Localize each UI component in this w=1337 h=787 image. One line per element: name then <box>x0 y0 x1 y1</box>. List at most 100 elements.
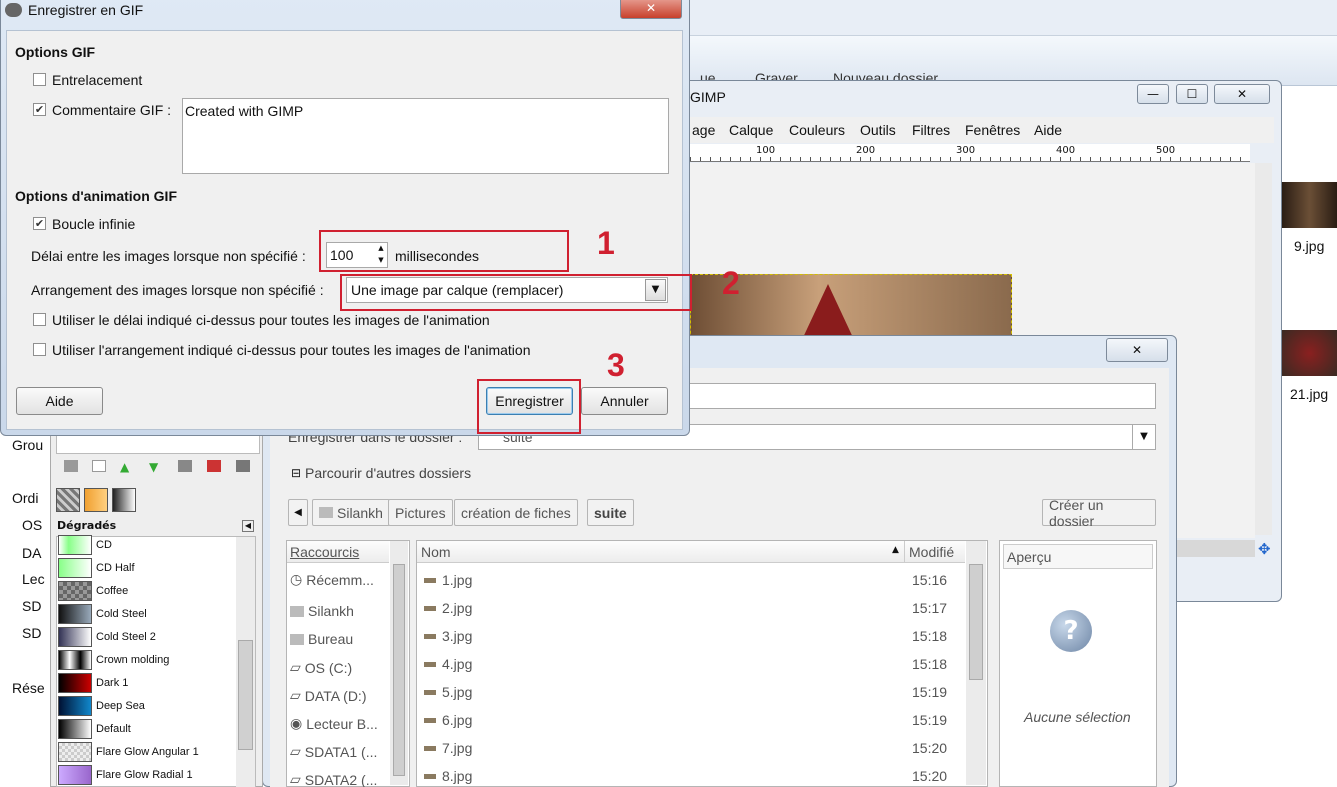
nav-network[interactable]: Rése <box>12 680 45 696</box>
delete-red-icon[interactable] <box>207 460 221 472</box>
nav-os[interactable]: OS <box>22 517 42 533</box>
loop-checkbox[interactable]: ✔ <box>33 217 46 230</box>
menu-colors[interactable]: Couleurs <box>789 122 845 138</box>
gradient-item[interactable]: CD Half <box>58 556 238 579</box>
shortcut-label: DATA (D:) <box>304 687 367 704</box>
shortcut-data[interactable]: ▱ DATA (D:) <box>290 687 366 704</box>
horizontal-scrollbar[interactable] <box>1175 540 1255 557</box>
shortcut-sdata2[interactable]: ▱ SDATA2 (... <box>290 771 377 787</box>
menu-tools[interactable]: Outils <box>860 122 896 138</box>
file-row[interactable]: 6.jpg 15:19 <box>420 706 965 734</box>
preview-header-label: Aperçu <box>1007 549 1052 565</box>
file-list-scroll-thumb[interactable] <box>969 564 983 680</box>
question-icon: ? <box>1050 610 1092 652</box>
use-arrangement-checkbox[interactable] <box>33 343 46 356</box>
menu-filters[interactable]: Filtres <box>912 122 950 138</box>
brush-tab-icon[interactable] <box>56 488 80 512</box>
file-row[interactable]: 8.jpg 15:20 <box>420 762 965 787</box>
navigate-icon[interactable]: ✥ <box>1258 540 1271 558</box>
breadcrumb-silankh[interactable]: Silankh <box>312 499 390 526</box>
save-dialog-close-button[interactable]: ✕ <box>1106 338 1168 362</box>
loop-label[interactable]: Boucle infinie <box>52 216 135 232</box>
shortcut-label: Silankh <box>308 603 354 619</box>
duplicate-icon[interactable] <box>178 460 192 472</box>
file-row[interactable]: 4.jpg 15:18 <box>420 650 965 678</box>
nav-sdata1[interactable]: SD <box>22 598 41 614</box>
edit-icon[interactable] <box>64 460 78 472</box>
menu-help[interactable]: Aide <box>1034 122 1062 138</box>
minimize-button[interactable]: — <box>1137 84 1169 104</box>
file-row[interactable]: 7.jpg 15:20 <box>420 734 965 762</box>
breadcrumb-pictures[interactable]: Pictures <box>388 499 453 526</box>
menu-windows[interactable]: Fenêtres <box>965 122 1020 138</box>
gradient-item[interactable]: Default <box>58 717 238 740</box>
gradients-scroll-thumb[interactable] <box>238 640 253 750</box>
shortcut-silankh[interactable]: Silankh <box>290 603 354 619</box>
breadcrumb-creation[interactable]: création de fiches <box>454 499 578 526</box>
shortcut-os[interactable]: ▱ OS (C:) <box>290 659 352 676</box>
gradients-menu-icon[interactable]: ◀ <box>242 520 254 532</box>
gradient-item[interactable]: Flare Glow Angular 1 <box>58 740 238 763</box>
lower-icon[interactable]: ▼ <box>149 460 163 474</box>
shortcuts-scroll-thumb[interactable] <box>393 564 405 776</box>
browse-folders[interactable]: Parcourir d'autres dossiers <box>305 465 471 481</box>
use-delay-label[interactable]: Utiliser le délai indiqué ci-dessus pour… <box>52 312 490 328</box>
breadcrumb-back-button[interactable]: ◀ <box>288 499 308 526</box>
shortcut-desktop[interactable]: Bureau <box>290 631 353 647</box>
nav-sdata2[interactable]: SD <box>22 625 41 641</box>
annotation-box-3 <box>477 379 581 434</box>
ruler-label: 200 <box>856 145 876 156</box>
thumbnail-9[interactable] <box>1282 182 1337 228</box>
nav-computer[interactable]: Ordi <box>12 490 38 506</box>
shortcut-drive[interactable]: ◉ Lecteur B... <box>290 715 378 732</box>
gradient-item[interactable]: Flare Glow Radial 1 <box>58 763 238 786</box>
shortcut-recent[interactable]: ◷ Récemm... <box>290 571 374 588</box>
comment-textarea[interactable]: Created with GIMP <box>182 98 669 174</box>
image-file-icon <box>424 661 436 667</box>
cancel-button[interactable]: Annuler <box>581 387 668 415</box>
file-row[interactable]: 5.jpg 15:19 <box>420 678 965 706</box>
new-icon[interactable] <box>92 460 106 472</box>
trash-icon[interactable] <box>236 460 250 472</box>
gradient-item[interactable]: Cold Steel 2 <box>58 625 238 648</box>
interlace-label[interactable]: Entrelacement <box>52 72 142 88</box>
interlace-checkbox[interactable] <box>33 73 46 86</box>
gradient-item[interactable]: Crown molding <box>58 648 238 671</box>
nav-data[interactable]: DA <box>22 545 41 561</box>
vertical-scrollbar[interactable] <box>1255 163 1272 535</box>
help-button[interactable]: Aide <box>16 387 103 415</box>
menu-image[interactable]: age <box>692 122 715 138</box>
nav-drive[interactable]: Lec <box>22 571 45 587</box>
gif-dialog-close-button[interactable]: ✕ <box>620 0 682 19</box>
column-name-header[interactable]: Nom <box>417 541 905 563</box>
comment-label[interactable]: Commentaire GIF : <box>52 102 171 118</box>
menu-layer[interactable]: Calque <box>729 122 773 138</box>
shortcuts-header[interactable]: Raccourcis <box>287 541 389 563</box>
gradient-item[interactable]: Deep Sea <box>58 694 238 717</box>
shortcut-sdata1[interactable]: ▱ SDATA1 (... <box>290 743 377 760</box>
comment-checkbox[interactable]: ✔ <box>33 103 46 116</box>
gradient-item[interactable]: Cold Steel <box>58 602 238 625</box>
breadcrumb-suite[interactable]: suite <box>587 499 634 526</box>
column-modified-header[interactable]: Modifié <box>905 541 965 563</box>
pattern-tab-icon[interactable] <box>84 488 108 512</box>
close-button[interactable]: ✕ <box>1214 84 1270 104</box>
thumbnail-21[interactable] <box>1282 330 1337 376</box>
gradient-item[interactable]: Coffee <box>58 579 238 602</box>
nav-group[interactable]: Grou <box>12 437 43 453</box>
create-folder-button[interactable]: Créer un dossier <box>1042 497 1156 529</box>
folder-combo-arrow[interactable]: ▼ <box>1132 425 1155 449</box>
use-delay-checkbox[interactable] <box>33 313 46 326</box>
file-row[interactable]: 2.jpg 15:17 <box>420 594 965 622</box>
preview-header[interactable]: Aperçu <box>1003 544 1153 569</box>
gradient-tab-icon[interactable] <box>112 488 136 512</box>
file-row[interactable]: 1.jpg 15:16 <box>420 566 965 594</box>
raise-icon[interactable]: ▲ <box>120 460 134 474</box>
expander-icon[interactable]: ⊟ <box>291 466 301 480</box>
file-row[interactable]: 3.jpg 15:18 <box>420 622 965 650</box>
maximize-button[interactable]: ☐ <box>1176 84 1208 104</box>
gradient-item[interactable]: Dark 1 <box>58 671 238 694</box>
gradient-label: Deep Sea <box>96 699 145 712</box>
use-arrangement-label[interactable]: Utiliser l'arrangement indiqué ci-dessus… <box>52 342 530 358</box>
gradient-item[interactable]: CD <box>58 533 238 556</box>
